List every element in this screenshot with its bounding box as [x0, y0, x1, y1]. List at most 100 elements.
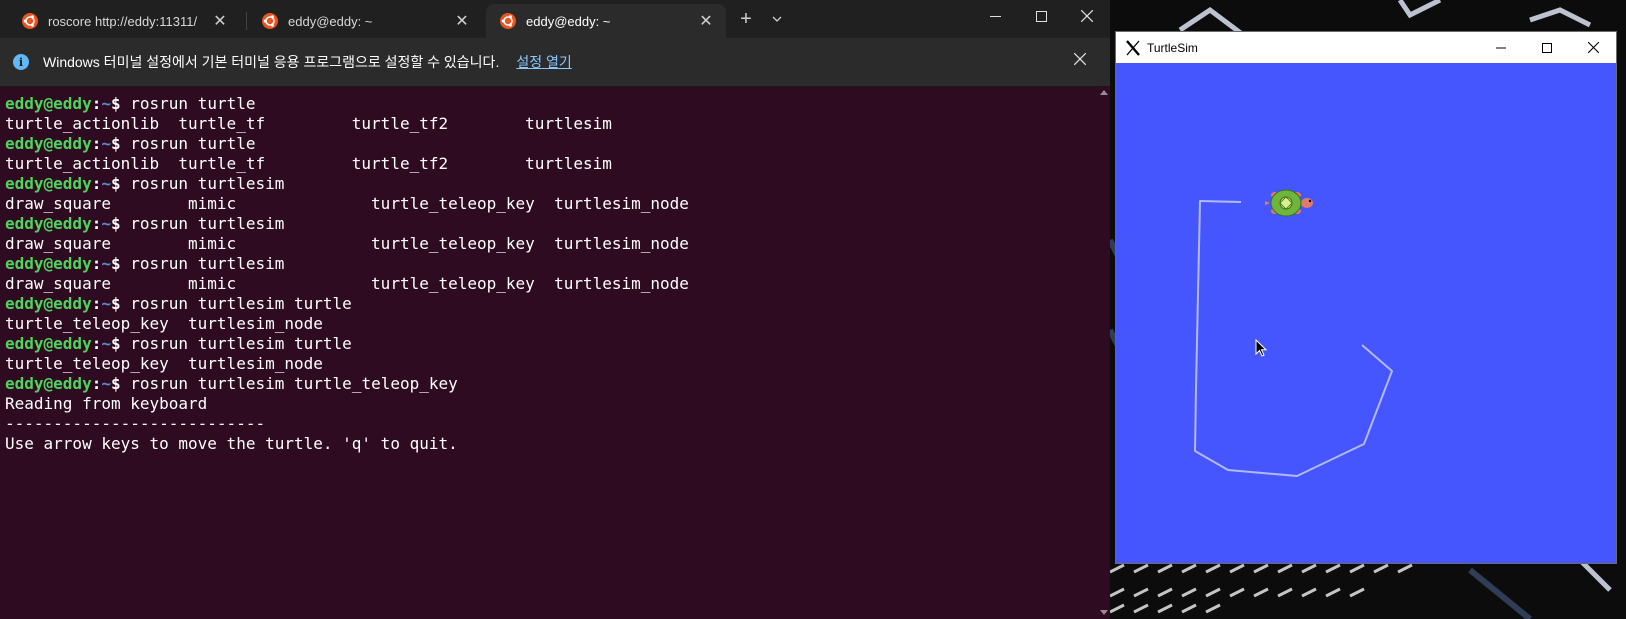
command-text: rosrun turtlesim [120, 174, 285, 193]
prompt-path: ~ [101, 294, 111, 313]
command-text: rosrun turtlesim turtle [120, 334, 352, 353]
output-line: turtle_actionlib turtle_tf turtle_tf2 tu… [5, 114, 1092, 134]
output-line: --------------------------- [5, 414, 1092, 434]
close-window-icon[interactable] [1570, 32, 1616, 63]
plus-icon[interactable]: + [730, 4, 762, 34]
prompt-path: ~ [101, 254, 111, 273]
output-line: Use arrow keys to move the turtle. 'q' t… [5, 434, 1092, 454]
prompt-path: ~ [101, 214, 111, 233]
prompt-colon: : [91, 334, 102, 353]
prompt-user: eddy@eddy [5, 374, 92, 393]
close-icon[interactable]: ✕ [692, 7, 720, 35]
terminal-window: roscore http://eddy:11311/ ✕ eddy@eddy: … [0, 0, 1110, 619]
output-text: draw_square mimic turtle_teleop_key turt… [5, 194, 689, 213]
output-line: draw_square mimic turtle_teleop_key turt… [5, 274, 1092, 294]
ubuntu-icon [500, 13, 516, 29]
scrollbar[interactable] [1098, 86, 1110, 619]
output-text: --------------------------- [5, 414, 266, 433]
close-icon[interactable] [1073, 52, 1087, 68]
prompt-dollar: $ [110, 374, 121, 393]
tab-bar: roscore http://eddy:11311/ ✕ eddy@eddy: … [0, 0, 1110, 38]
tab-title: eddy@eddy: ~ [526, 13, 611, 29]
turtlesim-canvas[interactable] [1116, 63, 1616, 563]
tab-divider [246, 12, 247, 30]
tab-eddy-2-active[interactable]: eddy@eddy: ~ ✕ [486, 4, 726, 38]
prompt-dollar: $ [110, 334, 121, 353]
output-line: Reading from keyboard [5, 394, 1092, 414]
prompt-line: eddy@eddy:~$ rosrun turtlesim turtle_tel… [5, 374, 1092, 394]
terminal-output[interactable]: eddy@eddy:~$ rosrun turtle turtle_actionl… [5, 94, 1092, 619]
tab-eddy-1[interactable]: eddy@eddy: ~ ✕ [248, 4, 482, 38]
prompt-line: eddy@eddy:~$ rosrun turtlesim turtle [5, 294, 1092, 314]
prompt-dollar: $ [110, 134, 121, 153]
tab-roscore[interactable]: roscore http://eddy:11311/ ✕ [8, 4, 240, 38]
prompt-user: eddy@eddy [5, 334, 92, 353]
prompt-line: eddy@eddy:~$ rosrun turtlesim [5, 174, 1092, 194]
command-text: rosrun turtle [120, 94, 256, 113]
output-text: draw_square mimic turtle_teleop_key turt… [5, 274, 689, 293]
scroll-down-icon[interactable] [1100, 610, 1108, 615]
close-icon[interactable]: ✕ [206, 7, 234, 35]
prompt-colon: : [91, 374, 102, 393]
prompt-user: eddy@eddy [5, 294, 92, 313]
prompt-colon: : [91, 94, 102, 113]
x11-icon [1126, 39, 1140, 56]
prompt-line: eddy@eddy:~$ rosrun turtlesim [5, 214, 1092, 234]
close-window-icon[interactable] [1064, 0, 1110, 32]
output-line: draw_square mimic turtle_teleop_key turt… [5, 234, 1092, 254]
prompt-path: ~ [101, 334, 111, 353]
command-text: rosrun turtlesim [120, 254, 285, 273]
maximize-icon[interactable] [1524, 32, 1570, 63]
prompt-user: eddy@eddy [5, 134, 92, 153]
output-text: Use arrow keys to move the turtle. 'q' t… [5, 434, 458, 453]
output-line: turtle_actionlib turtle_tf turtle_tf2 tu… [5, 154, 1092, 174]
prompt-line: eddy@eddy:~$ rosrun turtle [5, 94, 1092, 114]
turtlesim-title: TurtleSim [1147, 40, 1198, 55]
prompt-user: eddy@eddy [5, 94, 92, 113]
command-text: rosrun turtle [120, 134, 256, 153]
prompt-user: eddy@eddy [5, 214, 92, 233]
command-text: rosrun turtlesim turtle [120, 294, 352, 313]
output-line: draw_square mimic turtle_teleop_key turt… [5, 194, 1092, 214]
output-text: turtle_teleop_key turtlesim_node [5, 314, 323, 333]
default-terminal-infobar: i Windows 터미널 설정에서 기본 터미널 응용 프로그램으로 설정할 … [0, 38, 1110, 87]
output-line: turtle_teleop_key turtlesim_node [5, 354, 1092, 374]
prompt-colon: : [91, 294, 102, 313]
command-text: rosrun turtlesim [120, 214, 285, 233]
chevron-down-icon[interactable] [764, 4, 790, 34]
prompt-path: ~ [101, 174, 111, 193]
prompt-user: eddy@eddy [5, 254, 92, 273]
prompt-line: eddy@eddy:~$ rosrun turtle [5, 134, 1092, 154]
scroll-up-icon[interactable] [1100, 90, 1108, 95]
output-text: turtle_actionlib turtle_tf turtle_tf2 tu… [5, 154, 612, 173]
output-line: turtle_teleop_key turtlesim_node [5, 314, 1092, 334]
prompt-colon: : [91, 174, 102, 193]
minimize-icon[interactable] [1478, 32, 1524, 63]
info-icon: i [13, 54, 29, 70]
output-text: turtle_actionlib turtle_tf turtle_tf2 tu… [5, 114, 612, 133]
prompt-colon: : [91, 254, 102, 273]
minimize-icon[interactable] [972, 0, 1018, 32]
prompt-dollar: $ [110, 174, 121, 193]
prompt-dollar: $ [110, 294, 121, 313]
prompt-dollar: $ [110, 214, 121, 233]
prompt-user: eddy@eddy [5, 174, 92, 193]
output-text: turtle_teleop_key turtlesim_node [5, 354, 323, 373]
prompt-dollar: $ [110, 94, 121, 113]
maximize-icon[interactable] [1018, 0, 1064, 32]
close-icon[interactable]: ✕ [448, 7, 476, 35]
ubuntu-icon [262, 13, 278, 29]
prompt-colon: : [91, 214, 102, 233]
command-text: rosrun turtlesim turtle_teleop_key [120, 374, 458, 393]
ubuntu-icon [22, 13, 38, 29]
prompt-path: ~ [101, 94, 111, 113]
open-settings-link[interactable]: 설정 열기 [516, 52, 571, 72]
prompt-path: ~ [101, 374, 111, 393]
turtlesim-window: TurtleSim [1116, 32, 1616, 563]
tab-title: eddy@eddy: ~ [288, 13, 373, 29]
prompt-line: eddy@eddy:~$ rosrun turtlesim [5, 254, 1092, 274]
output-text: Reading from keyboard [5, 394, 208, 413]
prompt-path: ~ [101, 134, 111, 153]
prompt-dollar: $ [110, 254, 121, 273]
infobar-message: Windows 터미널 설정에서 기본 터미널 응용 프로그램으로 설정할 수 … [43, 54, 500, 70]
